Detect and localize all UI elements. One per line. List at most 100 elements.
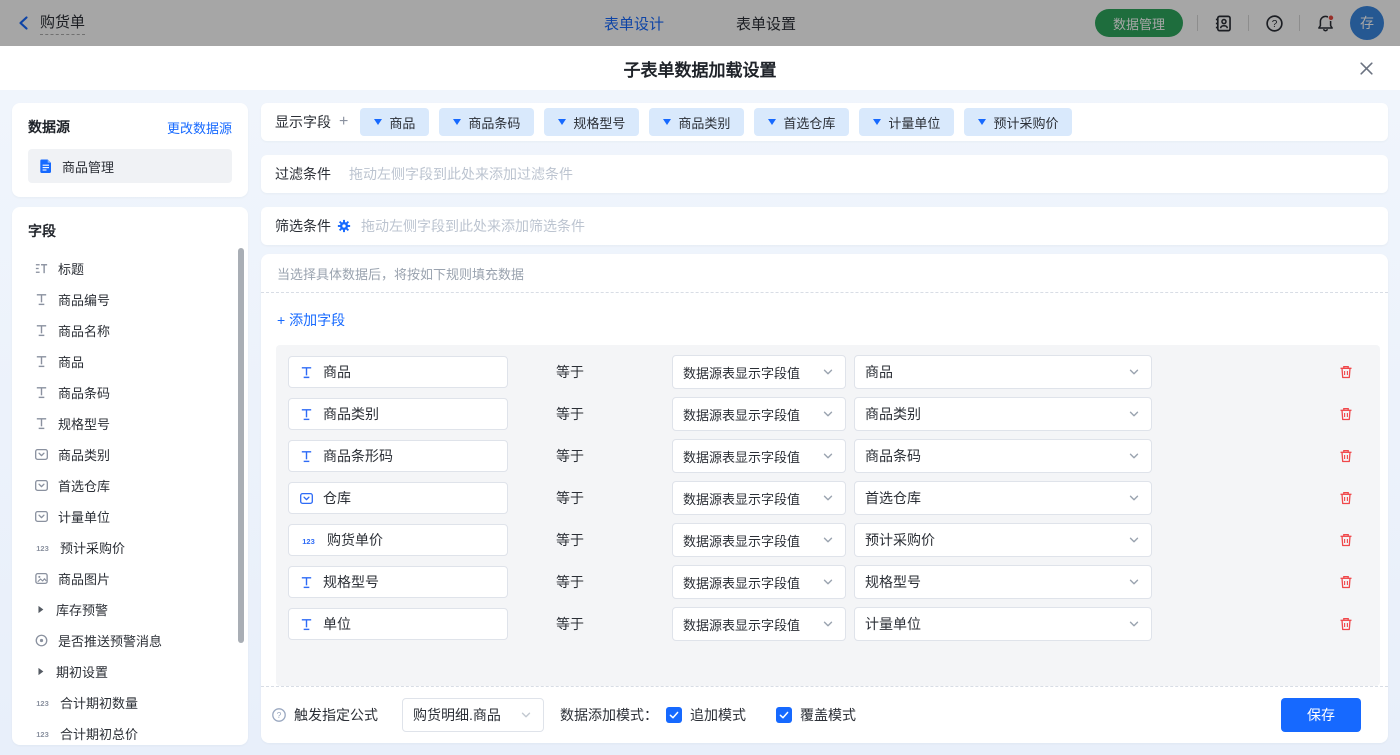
- text-icon: [299, 407, 314, 422]
- field-item-label: 商品: [58, 352, 84, 371]
- display-field-chip[interactable]: 计量单位: [859, 108, 954, 136]
- change-datasource-link[interactable]: 更改数据源: [167, 118, 232, 137]
- help-icon[interactable]: ?: [1263, 12, 1285, 34]
- caret-down-icon: [453, 119, 461, 125]
- rule-source-select[interactable]: 数据源表显示字段值: [672, 523, 846, 557]
- field-item[interactable]: 商品条码: [28, 377, 248, 408]
- rule-target-value: 商品条码: [865, 446, 921, 466]
- rule-field-box[interactable]: 仓库: [288, 482, 508, 514]
- rule-target-select[interactable]: 规格型号: [854, 565, 1152, 599]
- data-manage-button[interactable]: 数据管理: [1095, 9, 1183, 37]
- display-field-chip[interactable]: 首选仓库: [754, 108, 849, 136]
- display-field-chip[interactable]: 商品条码: [439, 108, 534, 136]
- add-display-field-button[interactable]: +: [339, 114, 348, 130]
- rule-field-box[interactable]: 商品类别: [288, 398, 508, 430]
- number-icon: 123: [34, 695, 51, 710]
- field-item-label: 商品名称: [58, 321, 110, 340]
- rule-source-select[interactable]: 数据源表显示字段值: [672, 565, 846, 599]
- rule-source-select[interactable]: 数据源表显示字段值: [672, 439, 846, 473]
- field-item[interactable]: 计量单位: [28, 501, 248, 532]
- rule-field-box[interactable]: 123 购货单价: [288, 524, 508, 556]
- overwrite-mode-checkbox[interactable]: 覆盖模式: [776, 705, 856, 725]
- caret-down-icon: [663, 119, 671, 125]
- field-item[interactable]: 期初设置: [28, 656, 248, 687]
- delete-rule-button[interactable]: [1337, 489, 1355, 507]
- tab-form-design[interactable]: 表单设计: [604, 13, 664, 34]
- delete-rule-button[interactable]: [1337, 405, 1355, 423]
- rule-source-select[interactable]: 数据源表显示字段值: [672, 607, 846, 641]
- rule-target-select[interactable]: 计量单位: [854, 607, 1152, 641]
- delete-rule-button[interactable]: [1337, 531, 1355, 549]
- field-item[interactable]: 是否推送预警消息: [28, 625, 248, 656]
- append-mode-label: 追加模式: [690, 705, 746, 725]
- field-item[interactable]: 标题: [28, 253, 248, 284]
- rule-target-select[interactable]: 商品条码: [854, 439, 1152, 473]
- field-item[interactable]: 规格型号: [28, 408, 248, 439]
- trigger-formula-select[interactable]: 购货明细.商品: [402, 698, 544, 732]
- rule-operator: 等于: [556, 530, 590, 550]
- rule-field-box[interactable]: 单位: [288, 608, 508, 640]
- bell-icon[interactable]: [1314, 12, 1336, 34]
- rule-target-select[interactable]: 商品类别: [854, 397, 1152, 431]
- help-circle-icon[interactable]: ?: [271, 707, 287, 723]
- back-button[interactable]: 购货单: [16, 11, 85, 35]
- tab-form-settings[interactable]: 表单设置: [736, 13, 796, 34]
- delete-rule-button[interactable]: [1337, 573, 1355, 591]
- rule-source-value: 数据源表显示字段值: [683, 405, 800, 424]
- rule-field-box[interactable]: 商品条形码: [288, 440, 508, 472]
- rule-field-box[interactable]: 商品: [288, 356, 508, 388]
- address-book-icon[interactable]: [1212, 12, 1234, 34]
- display-field-chip[interactable]: 规格型号: [544, 108, 639, 136]
- chevron-down-icon: [1127, 449, 1141, 463]
- trigger-formula-value: 购货明细.商品: [413, 705, 501, 725]
- chevron-down-icon: [1127, 491, 1141, 505]
- delete-rule-button[interactable]: [1337, 447, 1355, 465]
- modal-header: 子表单数据加载设置: [0, 46, 1400, 90]
- delete-rule-button[interactable]: [1337, 363, 1355, 381]
- filter-condition-row[interactable]: 过滤条件 拖动左侧字段到此处来添加过滤条件: [261, 155, 1388, 193]
- rule-source-select[interactable]: 数据源表显示字段值: [672, 355, 846, 389]
- field-item[interactable]: 商品: [28, 346, 248, 377]
- close-icon[interactable]: [1356, 58, 1376, 78]
- field-item[interactable]: 123 合计期初数量: [28, 687, 248, 718]
- chevron-down-icon: [1127, 407, 1141, 421]
- fields-scrollbar[interactable]: [238, 248, 244, 643]
- chevron-down-icon: [821, 407, 835, 421]
- display-field-chip[interactable]: 商品类别: [649, 108, 744, 136]
- add-field-link[interactable]: + 添加字段: [277, 310, 345, 330]
- field-item[interactable]: 商品图片: [28, 563, 248, 594]
- field-item[interactable]: 123 预计采购价: [28, 532, 248, 563]
- display-field-chip[interactable]: 商品: [360, 108, 429, 136]
- rule-operator: 等于: [556, 572, 590, 592]
- field-item[interactable]: 123 合计期初总价: [28, 718, 248, 745]
- field-item[interactable]: 商品类别: [28, 439, 248, 470]
- radio-icon: [34, 633, 49, 648]
- display-fields-label: 显示字段: [275, 112, 331, 132]
- display-field-chip[interactable]: 预计采购价: [964, 108, 1072, 136]
- rule-source-select[interactable]: 数据源表显示字段值: [672, 397, 846, 431]
- rule-source-select[interactable]: 数据源表显示字段值: [672, 481, 846, 515]
- avatar[interactable]: 存: [1350, 6, 1384, 40]
- gear-icon[interactable]: [337, 219, 351, 233]
- rule-row: 规格型号 等于 数据源表显示字段值 规格型号: [276, 561, 1380, 603]
- screening-condition-row[interactable]: 筛选条件 拖动左侧字段到此处来添加筛选条件: [261, 207, 1388, 245]
- rule-target-select[interactable]: 首选仓库: [854, 481, 1152, 515]
- rule-target-select[interactable]: 商品: [854, 355, 1152, 389]
- rule-field-label: 规格型号: [323, 572, 379, 592]
- field-item[interactable]: 商品名称: [28, 315, 248, 346]
- rule-field-box[interactable]: 规格型号: [288, 566, 508, 598]
- caret-right-icon: [34, 665, 47, 678]
- rule-target-value: 商品: [865, 362, 893, 382]
- field-item[interactable]: 商品编号: [28, 284, 248, 315]
- field-item[interactable]: 首选仓库: [28, 470, 248, 501]
- delete-rule-button[interactable]: [1337, 615, 1355, 633]
- save-button[interactable]: 保存: [1281, 698, 1361, 732]
- datasource-item[interactable]: 商品管理: [28, 149, 232, 183]
- chip-label: 首选仓库: [783, 113, 835, 132]
- rule-target-select[interactable]: 预计采购价: [854, 523, 1152, 557]
- rule-field-label: 单位: [323, 614, 351, 634]
- form-name[interactable]: 购货单: [40, 11, 85, 35]
- field-item[interactable]: 库存预警: [28, 594, 248, 625]
- append-mode-checkbox[interactable]: 追加模式: [666, 705, 746, 725]
- select-icon: [34, 447, 49, 462]
